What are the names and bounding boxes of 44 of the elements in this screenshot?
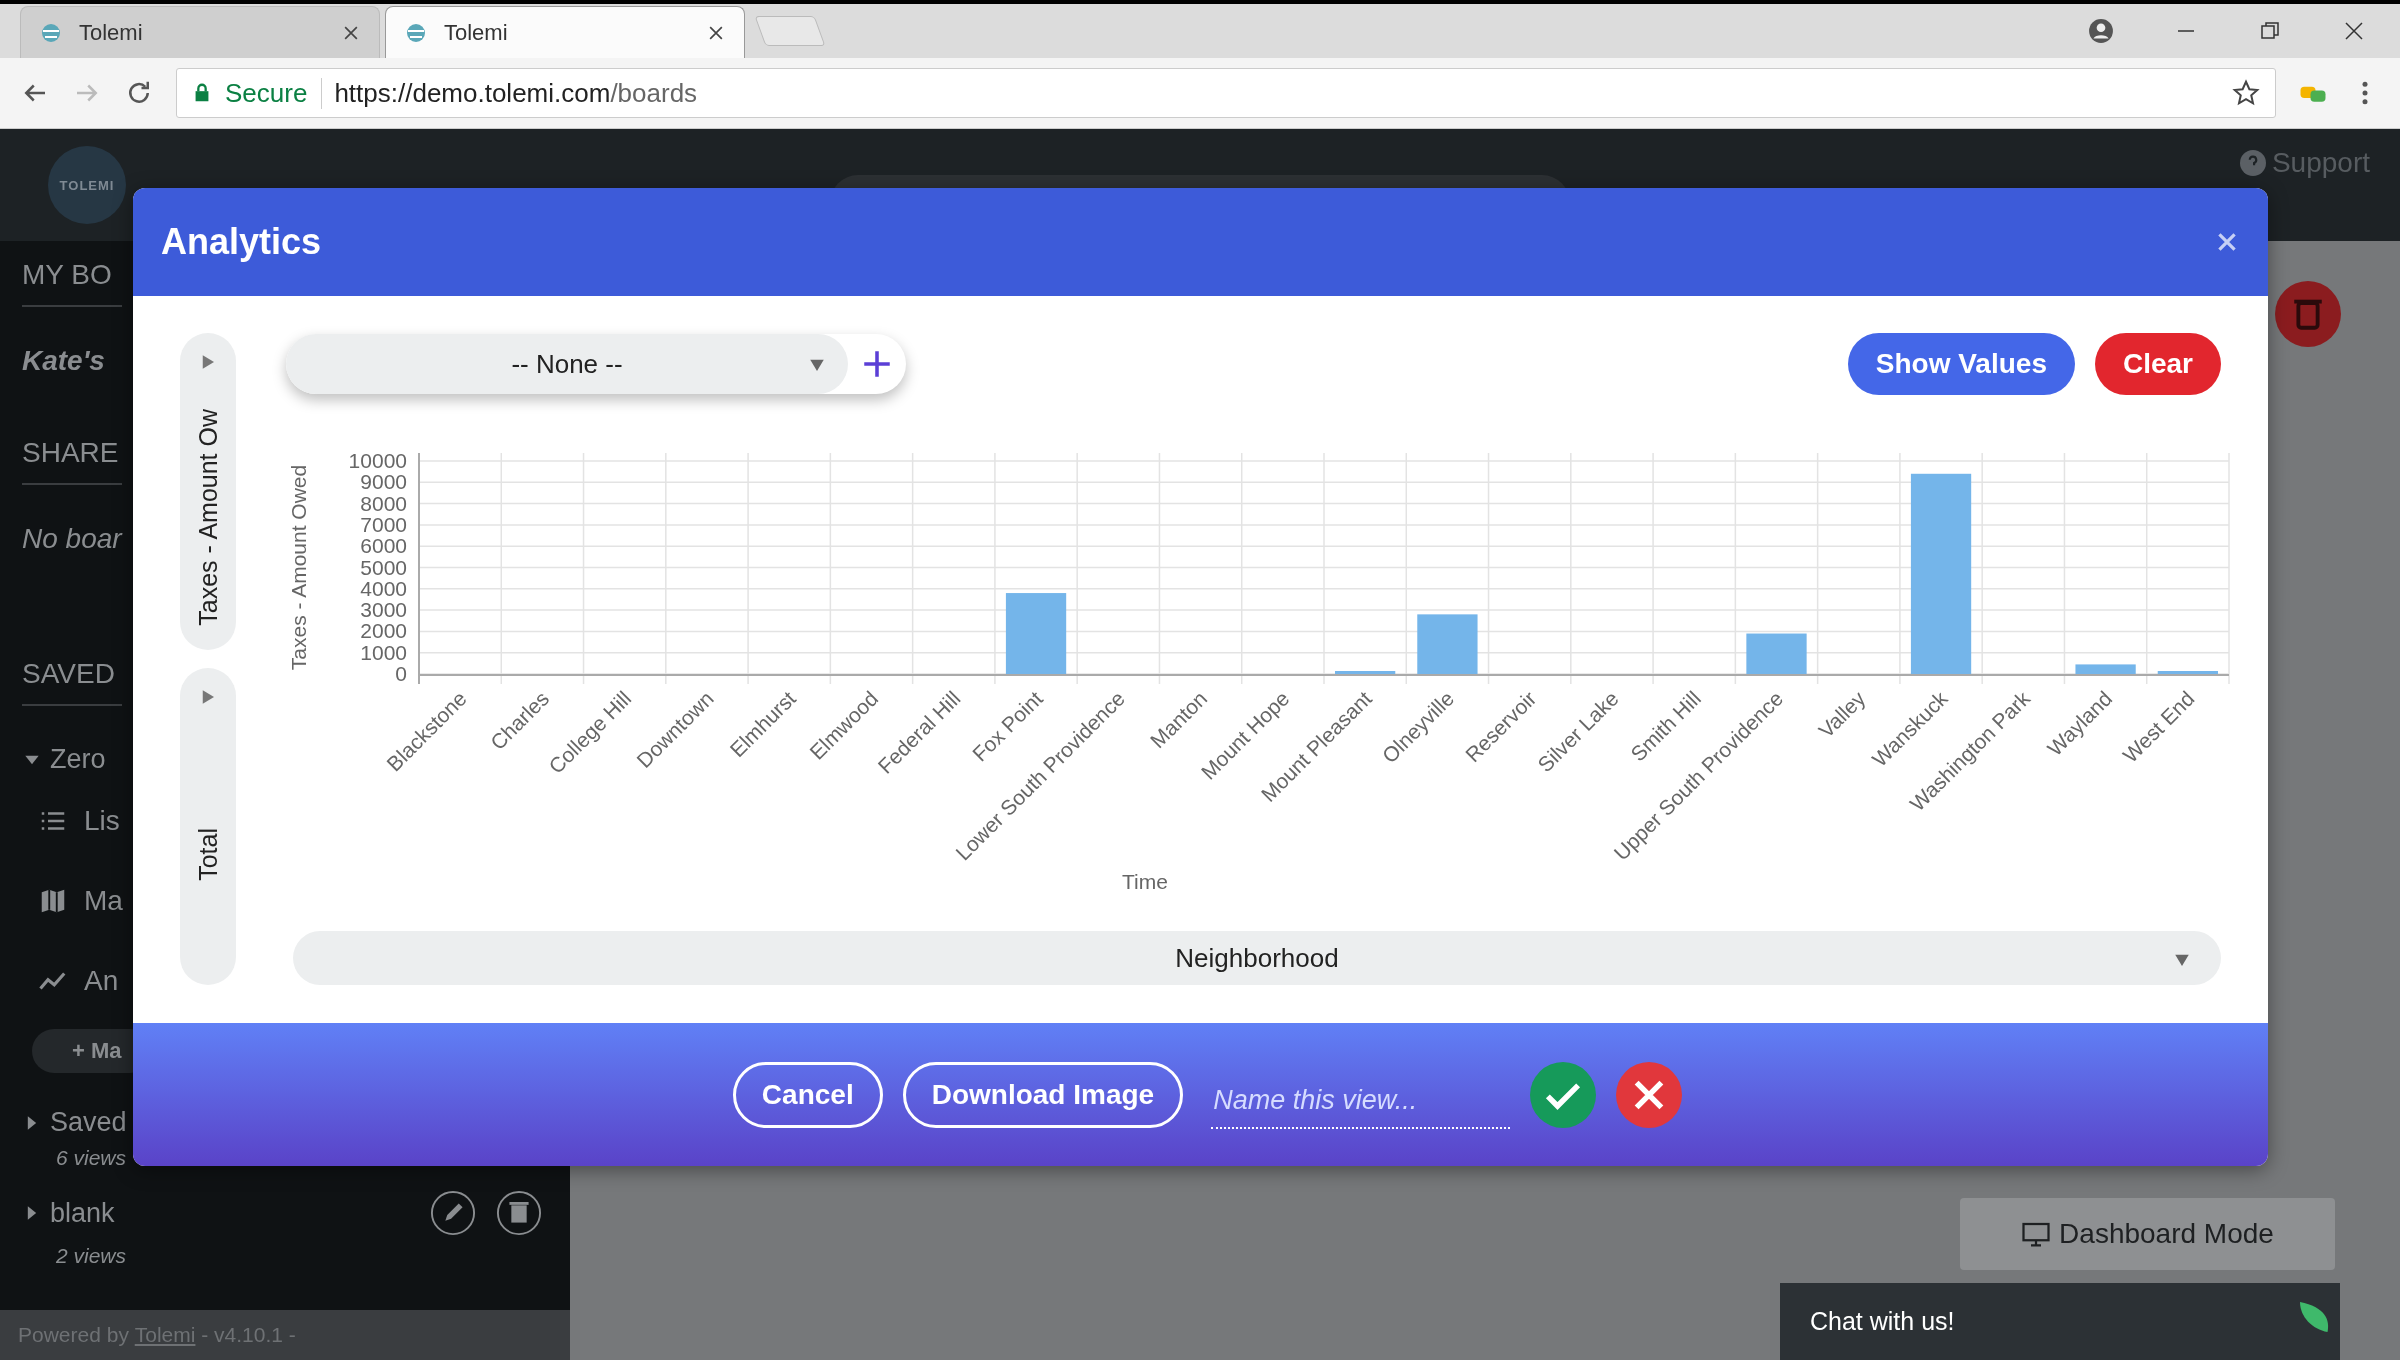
url-text: https://demo.tolemi.com/boards (334, 77, 698, 109)
y-tick-label: 8000 (360, 491, 407, 515)
secure-label: Secure (225, 77, 323, 109)
group-toggle[interactable]: Zero (22, 744, 106, 775)
y-tick-label: 7000 (360, 512, 407, 536)
x-dimension-dropdown[interactable]: Neighborhood (293, 931, 2221, 985)
y-tick-label: 10000 (348, 449, 407, 472)
y-tick-label: 0 (395, 662, 407, 685)
x-axis-title: Time (1122, 870, 1168, 893)
view-item[interactable]: Ma (22, 885, 123, 917)
section-heading: MY BO (22, 251, 122, 307)
y-tick-label: 2000 (360, 619, 407, 643)
board-link[interactable]: Kate's (22, 345, 105, 377)
y-axis-title: Taxes - Amount Owed (287, 464, 310, 671)
browser-tab[interactable]: Tolemi (385, 6, 745, 58)
group-toggle[interactable]: Saved (22, 1107, 127, 1138)
dialog-title: Analytics (161, 221, 322, 263)
download-image-button[interactable]: Download Image (902, 1061, 1184, 1128)
view-item[interactable]: Lis (22, 805, 120, 837)
clear-button[interactable]: Clear (2094, 333, 2221, 395)
view-count: 6 views (55, 1146, 128, 1170)
y-tick-label: 3000 (360, 598, 407, 622)
show-values-button[interactable]: Show Values (1847, 333, 2075, 395)
y-tick-label: 9000 (360, 470, 407, 494)
empty-note: No boar (22, 523, 122, 555)
chat-widget[interactable]: Chat with us! (1780, 1283, 2340, 1360)
measure-tab[interactable]: Taxes - Amount Ow (180, 333, 236, 650)
cancel-button[interactable]: Cancel (732, 1061, 883, 1128)
group-toggle[interactable]: blank (22, 1197, 115, 1229)
address-field[interactable]: Secure https://demo.tolemi.com/boards (176, 68, 2276, 118)
browser-tab[interactable]: Tolemi (20, 6, 380, 58)
logo[interactable]: TOLEMI (48, 146, 126, 224)
view-item[interactable]: An (22, 965, 119, 997)
name-field[interactable]: Name this view... (1211, 1074, 1511, 1129)
y-tick-label: 1000 (360, 640, 407, 664)
dashboard-mode-button[interactable]: Dashboard Mode (1960, 1198, 2335, 1270)
y-tick-label: 4000 (360, 576, 407, 600)
y-tick-label: 5000 (360, 555, 407, 579)
y-tick-label: 6000 (360, 534, 407, 558)
group-by-dropdown[interactable]: -- None -- (286, 334, 848, 394)
section-heading: SAVED (22, 650, 122, 706)
section-heading: SHARE (22, 429, 122, 485)
measure-tab[interactable]: Total (180, 668, 236, 985)
view-count: 2 views (55, 1244, 128, 1268)
